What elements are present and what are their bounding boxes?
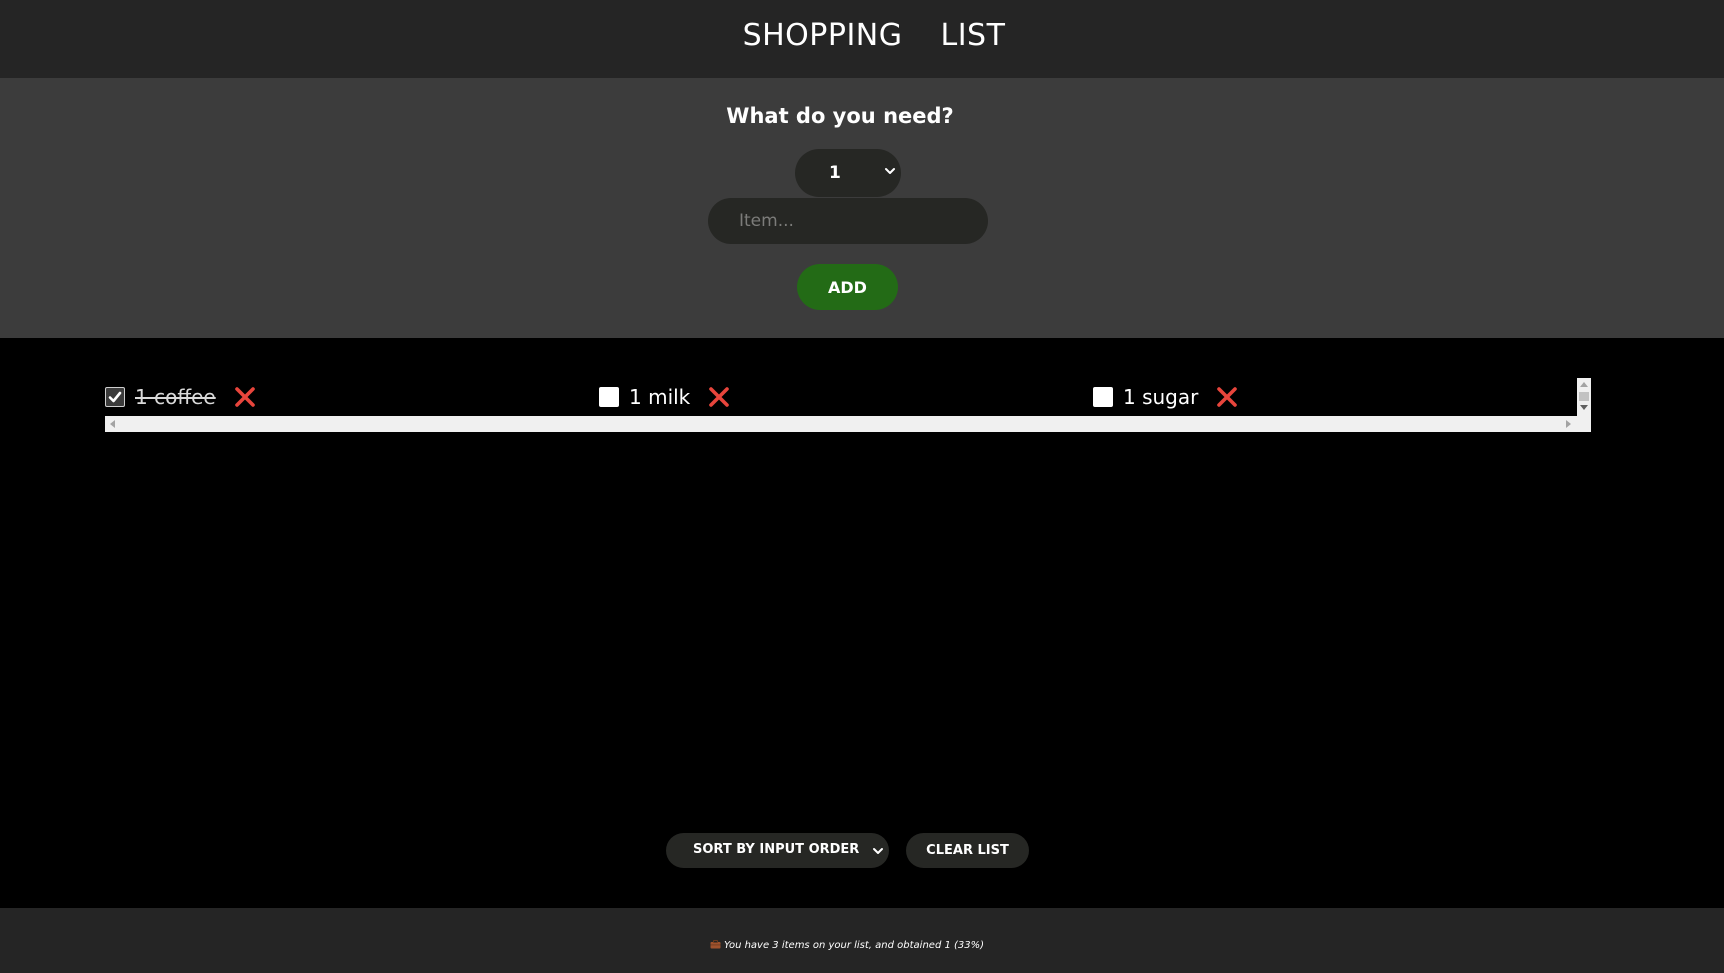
shopping-list: 1 coffee 1 milk 1 sugar: [105, 378, 1591, 432]
quantity-select[interactable]: 1: [795, 149, 901, 197]
item-label: 1 sugar: [1123, 385, 1199, 409]
item-checkbox[interactable]: [599, 387, 619, 407]
item-label: 1 coffee: [135, 385, 216, 409]
item-checkbox[interactable]: [105, 387, 125, 407]
item-checkbox[interactable]: [1093, 387, 1113, 407]
delete-x-icon[interactable]: [1216, 386, 1238, 408]
list-item: 1 coffee: [105, 378, 256, 416]
checkmark-icon: [108, 391, 122, 403]
chevron-down-icon: [885, 168, 895, 174]
list-item: 1 sugar: [1093, 378, 1238, 416]
item-label: 1 milk: [629, 385, 691, 409]
scroll-right-arrow-icon[interactable]: [1566, 420, 1571, 428]
app-title-word-list: LIST: [940, 17, 1006, 53]
scroll-thumb[interactable]: [1579, 392, 1589, 401]
add-button[interactable]: ADD: [797, 264, 898, 310]
sort-select[interactable]: SORT BY INPUT ORDER: [666, 833, 889, 868]
footer-summary: You have 3 items on your list, and obtai…: [0, 940, 1694, 951]
list-item: 1 milk: [599, 378, 730, 416]
app-title-word-shopping: SHOPPING: [742, 17, 903, 53]
quantity-value: 1: [829, 163, 841, 183]
list-row: 1 coffee 1 milk 1 sugar: [105, 378, 1577, 416]
vertical-scrollbar[interactable]: [1577, 378, 1591, 432]
delete-x-icon[interactable]: [234, 386, 256, 408]
add-item-form: What do you need? 1 ADD: [0, 78, 1724, 338]
chevron-down-icon: [873, 848, 883, 854]
app-title: SHOPPING LIST: [743, 18, 1006, 53]
clear-list-button[interactable]: CLEAR LIST: [906, 833, 1029, 868]
item-input[interactable]: [708, 198, 988, 244]
form-prompt: What do you need?: [726, 104, 954, 128]
app-footer: You have 3 items on your list, and obtai…: [0, 908, 1724, 973]
app-header: SHOPPING LIST: [0, 0, 1724, 78]
briefcase-icon: [710, 940, 721, 949]
sort-value: SORT BY INPUT ORDER: [693, 842, 860, 857]
scroll-up-arrow-icon[interactable]: [1580, 382, 1588, 387]
horizontal-scrollbar[interactable]: [105, 416, 1577, 432]
footer-summary-text: You have 3 items on your list, and obtai…: [723, 940, 985, 951]
scroll-left-arrow-icon[interactable]: [110, 420, 115, 428]
scroll-down-arrow-icon[interactable]: [1580, 405, 1588, 410]
app-root: SHOPPING LIST What do you need? 1 ADD 1: [0, 0, 1724, 973]
delete-x-icon[interactable]: [708, 386, 730, 408]
